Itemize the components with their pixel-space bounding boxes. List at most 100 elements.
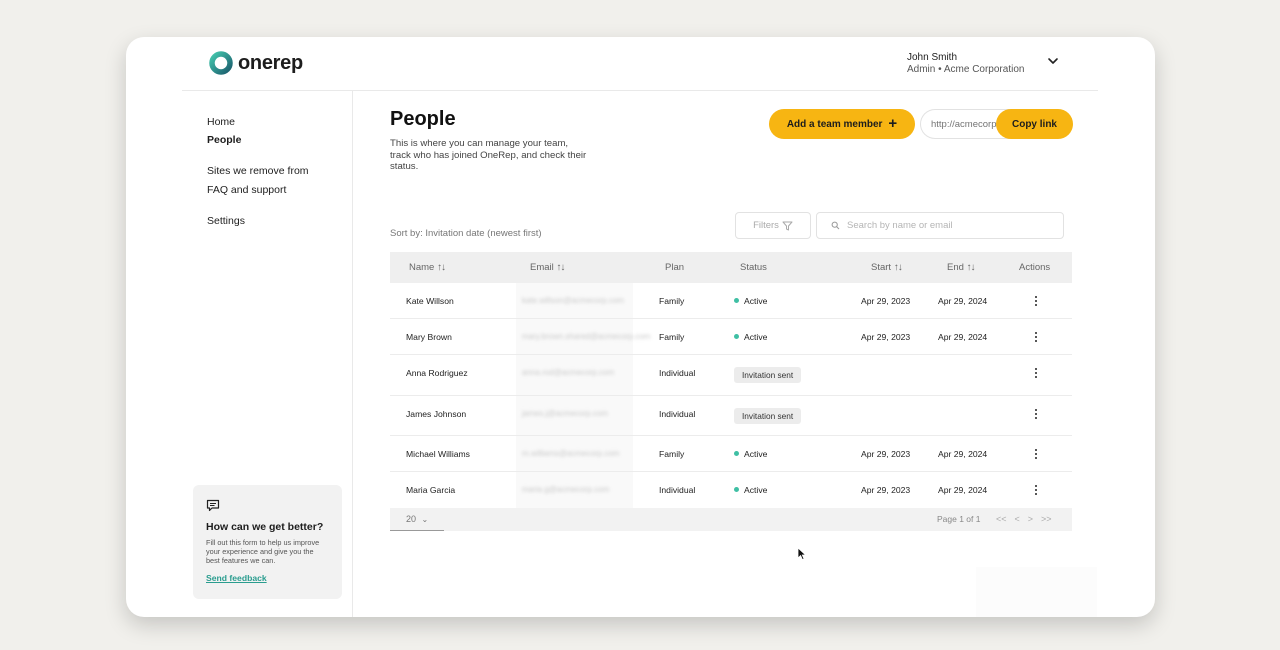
status-label: Active (744, 332, 768, 342)
row-end: Apr 29, 2024 (938, 485, 988, 495)
row-name: Kate Willson (406, 296, 454, 306)
status-dot-icon (734, 451, 739, 457)
search-box (816, 212, 1064, 239)
row-name: Mary Brown (406, 332, 452, 342)
sidebar-item-people[interactable]: People (207, 134, 241, 146)
table-row[interactable]: kate.willson@acmecorp.com Kate Willson F… (390, 283, 1072, 319)
row-plan: Family (659, 296, 685, 306)
email-redacted: mary.brown.shared@acmecorp.com (516, 319, 650, 354)
row-name: Michael Williams (406, 449, 470, 459)
table-row[interactable]: james.j@acmecorp.com James Johnson Indiv… (390, 396, 1072, 436)
row-plan: Family (659, 449, 685, 459)
more-actions-icon[interactable] (1035, 332, 1038, 344)
row-start: Apr 29, 2023 (861, 332, 911, 342)
send-feedback-link[interactable]: Send feedback (206, 573, 267, 583)
user-name: John Smith (907, 52, 958, 63)
more-actions-icon[interactable] (1035, 296, 1038, 308)
feedback-card: How can we get better? Fill out this for… (193, 485, 342, 599)
search-input[interactable] (847, 220, 1047, 231)
column-email-label: Email (530, 262, 554, 273)
next-page-button[interactable]: > (1028, 508, 1033, 531)
more-actions-icon[interactable] (1035, 368, 1038, 380)
chevron-down-icon: ⌄ (421, 515, 429, 524)
prev-page-button[interactable]: < (1015, 508, 1020, 531)
status-active: Active (734, 449, 767, 459)
user-menu[interactable]: John Smith Admin • Acme Corporation (907, 52, 1024, 76)
table-footer: 20 ⌄ Page 1 of 1 << < > >> (390, 508, 1072, 531)
filter-icon (782, 221, 793, 230)
sort-arrows-icon: ↑↓ (893, 262, 903, 273)
page-info: Page 1 of 1 (937, 514, 981, 524)
page-size-select[interactable]: 20 ⌄ (390, 508, 444, 531)
column-status: Status (740, 262, 767, 273)
row-start: Apr 29, 2023 (861, 485, 911, 495)
sidebar-item-sites[interactable]: Sites we remove from (207, 165, 309, 177)
status-dot-icon (734, 334, 739, 340)
app-window: onerep John Smith Admin • Acme Corporati… (126, 37, 1155, 617)
column-end-label: End (947, 262, 964, 273)
filters-button[interactable]: Filters (735, 212, 811, 239)
column-email[interactable]: Email ↑↓ (530, 252, 565, 283)
row-start: Apr 29, 2023 (861, 449, 911, 459)
last-page-button[interactable]: >> (1041, 508, 1052, 531)
email-redacted: m.williams@acmecorp.com (516, 436, 633, 471)
more-actions-icon[interactable] (1035, 485, 1038, 497)
invite-link-group: Copy link (920, 109, 1073, 139)
column-name[interactable]: Name ↑↓ (409, 252, 446, 283)
sort-arrows-icon: ↑↓ (436, 262, 446, 273)
row-name: James Johnson (406, 409, 467, 419)
email-redacted: james.j@acmecorp.com (516, 396, 633, 435)
chevron-down-icon[interactable] (1046, 54, 1060, 68)
background-panel (976, 567, 1097, 617)
email-redacted: maria.g@acmecorp.com (516, 472, 633, 508)
column-start[interactable]: Start ↑↓ (871, 252, 903, 283)
sidebar-item-settings[interactable]: Settings (207, 215, 245, 227)
feedback-title: How can we get better? (206, 521, 324, 533)
sort-arrows-icon: ↑↓ (556, 262, 565, 273)
table-row[interactable]: mary.brown.shared@acmecorp.com Mary Brow… (390, 319, 1072, 355)
status-badge: Invitation sent (734, 408, 802, 424)
status-badge: Invitation sent (734, 367, 802, 383)
table-row[interactable]: m.williams@acmecorp.com Michael Williams… (390, 436, 1072, 472)
more-actions-icon[interactable] (1035, 449, 1038, 461)
row-plan: Individual (659, 368, 696, 378)
sidebar: Home People Sites we remove from FAQ and… (182, 91, 353, 617)
row-plan: Individual (659, 485, 696, 495)
column-end[interactable]: End ↑↓ (947, 252, 976, 283)
page-title: People (390, 108, 456, 130)
sidebar-item-home[interactable]: Home (207, 116, 235, 128)
copy-link-button[interactable]: Copy link (996, 109, 1073, 139)
page-description: This is where you can manage your team, … (390, 138, 587, 173)
column-start-label: Start (871, 262, 892, 273)
add-team-member-button[interactable]: Add a team member + (769, 109, 915, 139)
plus-icon: + (888, 115, 898, 132)
add-team-member-label: Add a team member (786, 118, 883, 130)
first-page-button[interactable]: << (996, 508, 1007, 531)
sidebar-item-faq[interactable]: FAQ and support (207, 184, 286, 196)
status-dot-icon (734, 487, 739, 493)
email-redacted: anna.rod@acmecorp.com (516, 355, 633, 395)
row-end: Apr 29, 2024 (938, 296, 988, 306)
search-icon (831, 221, 840, 230)
row-end: Apr 29, 2024 (938, 449, 988, 459)
column-name-label: Name (409, 262, 435, 273)
onerep-logo-icon (209, 51, 233, 75)
column-plan: Plan (665, 262, 685, 273)
logo[interactable]: onerep (209, 51, 303, 75)
feedback-text: Fill out this form to help us improve yo… (206, 538, 320, 566)
status-dot-icon (734, 298, 739, 304)
row-plan: Individual (659, 409, 696, 419)
table-row[interactable]: maria.g@acmecorp.com Maria Garcia Indivi… (390, 472, 1072, 508)
more-actions-icon[interactable] (1035, 409, 1038, 421)
status-active: Active (734, 332, 767, 342)
filters-label: Filters (753, 220, 779, 231)
sort-arrows-icon: ↑↓ (966, 262, 976, 273)
people-table: Name ↑↓ Email ↑↓ Plan Status Start ↑↓ En… (390, 252, 1072, 531)
sort-label[interactable]: Sort by: Invitation date (newest first) (390, 228, 542, 239)
table-row[interactable]: anna.rod@acmecorp.com Anna Rodriguez Ind… (390, 355, 1072, 396)
status-active: Active (734, 485, 767, 495)
column-actions: Actions (1019, 262, 1051, 273)
mouse-cursor-icon (797, 547, 807, 561)
row-name: Anna Rodriguez (406, 368, 468, 378)
status-label: Active (744, 485, 768, 495)
